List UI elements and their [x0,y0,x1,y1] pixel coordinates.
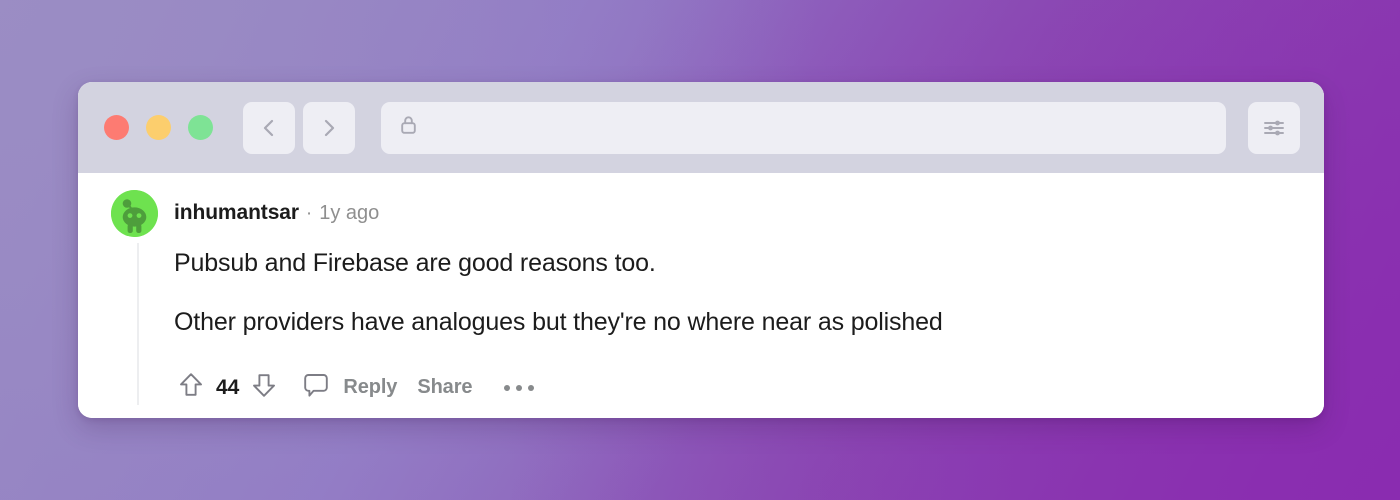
forward-button[interactable] [303,101,355,154]
more-dot-icon [504,384,511,391]
reply-label: Reply [343,376,398,398]
comment-paragraph: Pubsub and Firebase are good reasons too… [174,249,656,277]
upvote-arrow-icon [178,371,204,404]
avatar[interactable] [111,189,158,237]
maximize-window-button[interactable] [188,115,213,140]
address-bar[interactable] [381,101,1226,154]
reddit-snoo-avatar-icon [111,189,158,237]
thread-collapse-line[interactable] [137,243,139,405]
share-button[interactable]: Share [417,376,472,399]
close-window-button[interactable] [104,115,129,140]
vote-score: 44 [216,375,240,399]
browser-toolbar [78,82,1324,173]
page-content: inhumantsar · 1y ago Pubsub and Firebase… [78,173,1324,418]
comment-thread: inhumantsar · 1y ago Pubsub and Firebase… [78,173,1324,405]
back-button[interactable] [243,101,295,154]
back-icon [259,117,279,139]
reply-button[interactable]: Reply [301,370,397,405]
byline-separator: · [305,203,313,224]
comment-byline: inhumantsar · 1y ago [174,201,379,225]
comment-bubble-icon [301,370,331,405]
settings-button[interactable] [1248,101,1300,154]
downvote-arrow-icon [251,371,277,404]
browser-window: inhumantsar · 1y ago Pubsub and Firebase… [78,82,1324,418]
downvote-button[interactable] [247,371,281,405]
forward-icon [319,117,339,139]
comment-author[interactable]: inhumantsar [174,201,299,225]
window-controls [104,115,213,140]
upvote-button[interactable] [174,371,208,405]
comment-paragraph: Other providers have analogues but they'… [174,307,943,336]
vote-group: 44 [174,371,281,405]
comment-header: inhumantsar · 1y ago [78,189,1324,237]
lock-icon [399,114,418,141]
more-dot-icon [528,384,535,391]
share-label: Share [417,376,473,398]
more-dot-icon [516,384,523,391]
comment-body: Pubsub and Firebase are good reasons too… [78,247,1324,338]
more-options-button[interactable] [504,384,535,391]
minimize-window-button[interactable] [146,115,171,140]
comment-actions: 44 Reply Share [78,370,1324,405]
navigation-buttons [243,101,355,154]
sliders-icon [1261,116,1287,140]
comment-timestamp: 1y ago [319,202,380,224]
